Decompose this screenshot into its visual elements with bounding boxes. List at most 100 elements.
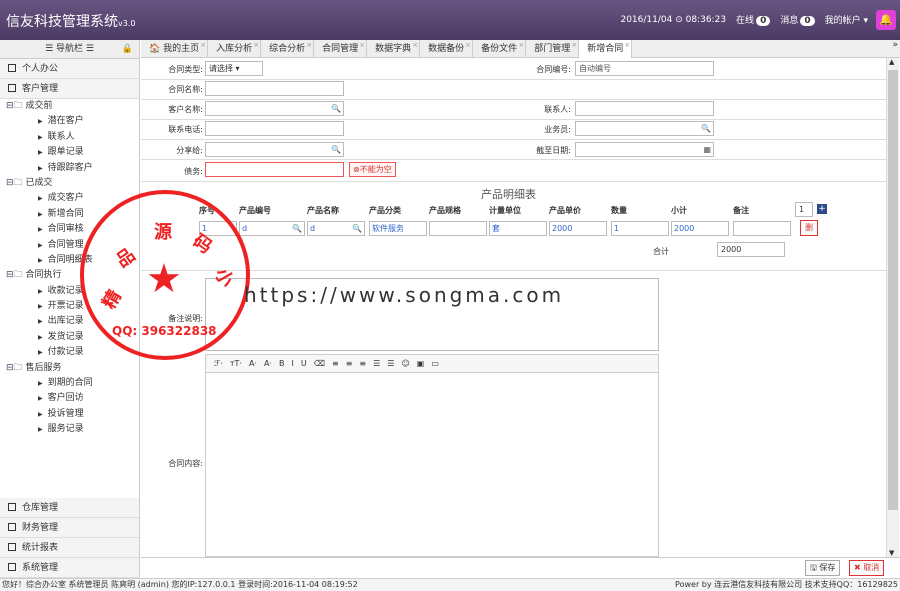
tab-overflow-icon[interactable]: »	[892, 40, 898, 50]
contract-name-input[interactable]	[205, 81, 344, 96]
bell-icon[interactable]: 🔔	[876, 10, 896, 30]
editor-tool-button[interactable]: A·	[249, 359, 257, 368]
editor-tool-button[interactable]: ≡	[346, 359, 353, 368]
tree-node[interactable]: ⊟🗀 已成交	[0, 176, 139, 191]
editor-tool-button[interactable]: ≡	[332, 359, 339, 368]
editor-tool-button[interactable]: B	[279, 359, 285, 368]
close-tab-icon[interactable]: ×	[412, 36, 418, 54]
delete-row-button[interactable]: 删	[800, 220, 818, 236]
tree-item[interactable]: ▶ 联系人	[0, 130, 139, 145]
search-icon[interactable]: 🔍	[352, 222, 362, 235]
total-input[interactable]: 2000	[717, 242, 785, 257]
customer-input[interactable]: 🔍	[205, 101, 344, 116]
main-scrollbar[interactable]: ▲ ▼	[886, 58, 899, 557]
sidebar-section-reports[interactable]: 统计报表	[0, 538, 139, 558]
editor-tool-button[interactable]: I	[291, 359, 293, 368]
deadline-input[interactable]: ▦	[575, 142, 714, 157]
row-count-input[interactable]: 1	[795, 202, 813, 217]
tab-0[interactable]: 🏠 我的主页 ×	[141, 40, 209, 58]
product-cell-input[interactable]: d 🔍	[307, 221, 365, 236]
editor-tool-button[interactable]: ≡	[359, 359, 366, 368]
tab-1[interactable]: 入库分析 ×	[208, 40, 262, 58]
tree-item[interactable]: ▶ 客户回访	[0, 391, 139, 406]
tree-node[interactable]: ⊟🗀 成交前	[0, 99, 139, 114]
sidebar-section-finance[interactable]: 财务管理	[0, 518, 139, 538]
product-cell-input[interactable]: 2000	[549, 221, 607, 236]
close-tab-icon[interactable]: ×	[465, 36, 471, 54]
editor-tool-button[interactable]: ☰	[373, 359, 380, 368]
product-cell-input[interactable]	[733, 221, 791, 236]
close-tab-icon[interactable]: ×	[306, 36, 312, 54]
contact-input[interactable]	[575, 101, 714, 116]
search-icon[interactable]: 🔍	[331, 102, 341, 115]
sidebar-section-warehouse[interactable]: 仓库管理	[0, 498, 139, 518]
editor-tool-button[interactable]: ⌫	[314, 359, 325, 368]
product-cell-input[interactable]: 2000	[671, 221, 729, 236]
product-cell-input[interactable]: d 🔍	[239, 221, 305, 236]
contract-no-input[interactable]: 自动编号	[575, 61, 714, 76]
product-cell-input[interactable]: 1	[199, 221, 237, 236]
tree-item[interactable]: ▶ 服务记录	[0, 422, 139, 437]
close-tab-icon[interactable]: ×	[359, 36, 365, 54]
tree-item[interactable]: ▶ 成交客户	[0, 191, 139, 206]
editor-tool-button[interactable]: ☺	[401, 359, 409, 368]
tree-item[interactable]: ▶ 潜在客户	[0, 114, 139, 129]
tree-item[interactable]: ▶ 跟单记录	[0, 145, 139, 160]
tab-7[interactable]: 部门管理 ×	[526, 40, 580, 58]
close-tab-icon[interactable]: ×	[624, 36, 630, 54]
rich-text-editor[interactable]: ℱ· тT· A· A· B I U ⌫ ≡ ≡ ≡ ☰ ☰ ☺ ▣ ▭	[205, 354, 659, 557]
share-input[interactable]: 🔍	[205, 142, 344, 157]
account-menu[interactable]: 我的帐户 ▾	[825, 13, 868, 26]
close-tab-icon[interactable]: ×	[518, 36, 524, 54]
sidebar-section-system[interactable]: 系统管理	[0, 558, 139, 578]
product-cell-input[interactable]: 套	[489, 221, 547, 236]
product-cell-input[interactable]: 软件服务	[369, 221, 427, 236]
close-tab-icon[interactable]: ×	[200, 36, 206, 54]
editor-tool-button[interactable]: A·	[264, 359, 272, 368]
tree-item[interactable]: ▶ 发货记录	[0, 330, 139, 345]
tree-item[interactable]: ▶ 合同审核	[0, 222, 139, 237]
sidebar-section-personal[interactable]: 个人办公	[0, 59, 139, 79]
tree-item[interactable]: ▶ 待跟踪客户	[0, 161, 139, 176]
tab-5[interactable]: 数据备份 ×	[420, 40, 474, 58]
tree-item[interactable]: ▶ 合同明细表	[0, 253, 139, 268]
search-icon[interactable]: 🔍	[331, 143, 341, 156]
tree-item[interactable]: ▶ 付款记录	[0, 345, 139, 360]
product-cell-input[interactable]	[429, 221, 487, 236]
remark-textarea[interactable]	[205, 278, 659, 351]
editor-tool-button[interactable]: тT·	[230, 359, 242, 368]
online-indicator[interactable]: 在线 0	[736, 13, 771, 26]
editor-tool-button[interactable]: ▣	[417, 359, 425, 368]
tree-item[interactable]: ▶ 收款记录	[0, 284, 139, 299]
lock-icon[interactable]: 🔒	[122, 40, 133, 59]
cancel-button[interactable]: ✖ 取消	[849, 560, 885, 576]
close-tab-icon[interactable]: ×	[571, 36, 577, 54]
add-row-icon[interactable]: +	[817, 204, 827, 214]
scroll-down-icon[interactable]: ▼	[889, 549, 894, 557]
scroll-up-icon[interactable]: ▲	[889, 58, 894, 66]
tab-2[interactable]: 综合分析 ×	[261, 40, 315, 58]
close-tab-icon[interactable]: ×	[253, 36, 259, 54]
tab-6[interactable]: 备份文件 ×	[473, 40, 527, 58]
editor-tool-button[interactable]: ℱ·	[214, 359, 223, 368]
editor-tool-button[interactable]: U	[301, 359, 307, 368]
debt-input[interactable]	[205, 162, 344, 177]
tab-3[interactable]: 合同管理 ×	[314, 40, 368, 58]
messages-indicator[interactable]: 消息 0	[780, 13, 815, 26]
phone-input[interactable]	[205, 121, 344, 136]
search-icon[interactable]: 🔍	[292, 222, 302, 235]
tab-8[interactable]: 新增合同 ×	[579, 40, 633, 58]
tree-item[interactable]: ▶ 出库记录	[0, 314, 139, 329]
product-cell-input[interactable]: 1	[611, 221, 669, 236]
contract-type-select[interactable]: 请选择 ▾	[205, 61, 263, 76]
save-button[interactable]: 🖫 保存	[805, 560, 841, 576]
search-icon[interactable]: 🔍	[701, 122, 711, 135]
calendar-icon[interactable]: ▦	[703, 143, 711, 156]
sidebar-section-customer[interactable]: 客户管理	[0, 79, 139, 99]
editor-tool-button[interactable]: ▭	[431, 359, 439, 368]
tree-item[interactable]: ▶ 投诉管理	[0, 407, 139, 422]
scroll-thumb[interactable]	[888, 70, 898, 510]
tree-node[interactable]: ⊟🗀 售后服务	[0, 361, 139, 376]
tree-item[interactable]: ▶ 开票记录	[0, 299, 139, 314]
tree-item[interactable]: ▶ 到期的合同	[0, 376, 139, 391]
